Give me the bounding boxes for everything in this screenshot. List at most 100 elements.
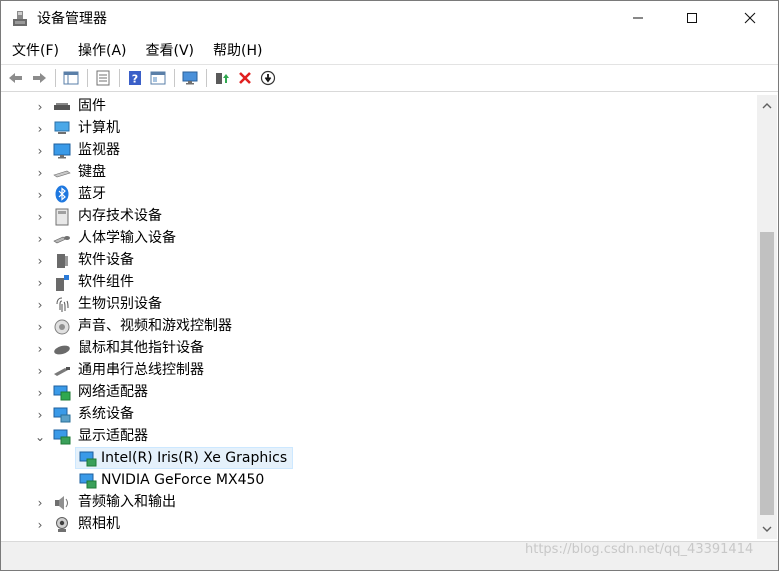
back-icon: [9, 73, 22, 83]
title-bar: 设备管理器: [1, 1, 778, 37]
menu-bar: 文件(F) 操作(A) 查看(V) 帮助(H): [1, 38, 778, 64]
tree-item-hid[interactable]: 人体学输入设备: [78, 228, 176, 248]
expand-arrow-icon[interactable]: ›: [34, 298, 46, 312]
window-title: 设备管理器: [37, 11, 107, 27]
tree-item-computer[interactable]: 计算机: [78, 118, 120, 138]
tree-item-camera[interactable]: 照相机: [78, 514, 120, 534]
back-button[interactable]: [5, 67, 27, 89]
chevron-up-icon: [762, 102, 772, 108]
toolbar-separator: [119, 69, 120, 87]
expand-arrow-icon[interactable]: ›: [34, 386, 46, 400]
tree-item-usb[interactable]: 通用串行总线控制器: [78, 360, 204, 380]
maximize-button[interactable]: [669, 1, 715, 35]
memory-icon: [55, 208, 69, 226]
tree-item-memory-technology[interactable]: 内存技术设备: [78, 206, 162, 226]
display-adapter-icon: [79, 473, 97, 489]
minimize-button[interactable]: [615, 1, 661, 35]
vertical-scrollbar[interactable]: [757, 95, 777, 539]
device-tree[interactable]: › 固件 › 计算机 › 监视器 › 键盘 › 蓝牙 › 内存技术设备 › 人体…: [3, 95, 757, 539]
forward-icon: [33, 73, 46, 83]
menu-help[interactable]: 帮助(H): [206, 40, 269, 62]
expand-arrow-icon[interactable]: ›: [34, 166, 46, 180]
toolbar-separator: [206, 69, 207, 87]
expand-arrow-icon[interactable]: ›: [34, 276, 46, 290]
tree-item-monitor[interactable]: 监视器: [78, 140, 120, 160]
system-device-icon: [53, 407, 71, 423]
tree-item-software-devices[interactable]: 软件设备: [78, 250, 134, 270]
keyboard-icon: [53, 170, 71, 178]
tree-item-software-components[interactable]: 软件组件: [78, 272, 134, 292]
update-driver-icon: [216, 73, 229, 84]
toolbar: ?: [1, 64, 778, 92]
expand-arrow-icon[interactable]: ›: [34, 100, 46, 114]
scrollbar-thumb[interactable]: [760, 232, 774, 515]
toolbar-separator: [55, 69, 56, 87]
tree-item-bluetooth[interactable]: 蓝牙: [78, 184, 106, 204]
expand-arrow-icon[interactable]: ›: [34, 342, 46, 356]
uninstall-button[interactable]: [234, 67, 256, 89]
device-manager-app-icon: [13, 11, 27, 26]
help-icon: ?: [129, 71, 141, 86]
display-adapter-icon: [53, 429, 71, 445]
uninstall-icon: [239, 72, 251, 84]
tree-item-intel-iris-xe[interactable]: Intel(R) Iris(R) Xe Graphics: [101, 448, 287, 468]
tree-item-system-devices[interactable]: 系统设备: [78, 404, 134, 424]
network-icon: [53, 385, 71, 401]
minimize-icon: [633, 17, 643, 19]
tree-item-sound-video-game[interactable]: 声音、视频和游戏控制器: [78, 316, 232, 336]
expand-arrow-icon[interactable]: ›: [34, 254, 46, 268]
scan-hardware-button[interactable]: [179, 67, 201, 89]
monitor-icon: [53, 143, 71, 159]
tree-item-firmware[interactable]: 固件: [78, 96, 106, 116]
collapse-arrow-icon[interactable]: ⌄: [34, 430, 46, 444]
tree-item-nvidia-mx450[interactable]: NVIDIA GeForce MX450: [101, 470, 264, 490]
update-driver-button[interactable]: [211, 67, 233, 89]
maximize-icon: [687, 13, 697, 23]
svg-text:?: ?: [132, 73, 138, 86]
mouse-icon: [54, 345, 70, 355]
tree-item-network[interactable]: 网络适配器: [78, 382, 148, 402]
expand-arrow-icon[interactable]: ›: [34, 188, 46, 202]
expand-arrow-icon[interactable]: ›: [34, 408, 46, 422]
bluetooth-icon: [55, 185, 69, 203]
sound-icon: [54, 319, 70, 335]
expand-arrow-icon[interactable]: ›: [34, 232, 46, 246]
expand-arrow-icon[interactable]: ›: [34, 496, 46, 510]
biometric-icon: [56, 297, 69, 312]
menu-file[interactable]: 文件(F): [5, 40, 66, 62]
monitor-scan-icon: [182, 71, 198, 85]
tree-item-biometric[interactable]: 生物识别设备: [78, 294, 162, 314]
properties-icon: [96, 70, 110, 86]
tree-item-mouse[interactable]: 鼠标和其他指针设备: [78, 338, 204, 358]
help-button[interactable]: ?: [124, 67, 146, 89]
display-adapter-icon: [79, 451, 97, 467]
audio-io-icon: [55, 496, 68, 510]
chevron-down-icon: [762, 526, 772, 532]
console-tree-button[interactable]: [60, 67, 82, 89]
close-button[interactable]: [727, 1, 773, 35]
scroll-up-button[interactable]: [757, 97, 777, 114]
tree-item-display-adapters[interactable]: 显示适配器: [78, 426, 148, 446]
expand-arrow-icon[interactable]: ›: [34, 364, 46, 378]
tree-item-audio-io[interactable]: 音频输入和输出: [78, 492, 176, 512]
usb-icon: [54, 367, 70, 376]
disable-button[interactable]: [257, 67, 279, 89]
expand-arrow-icon[interactable]: ›: [34, 320, 46, 334]
camera-icon: [56, 517, 68, 532]
software-device-icon: [57, 254, 68, 268]
tree-item-keyboard[interactable]: 键盘: [78, 162, 106, 182]
software-component-icon: [56, 275, 69, 291]
menu-action[interactable]: 操作(A): [71, 40, 134, 62]
expand-arrow-icon[interactable]: ›: [34, 144, 46, 158]
view-button[interactable]: [147, 67, 169, 89]
forward-button[interactable]: [28, 67, 50, 89]
computer-icon: [54, 121, 70, 134]
expand-arrow-icon[interactable]: ›: [34, 122, 46, 136]
expand-arrow-icon[interactable]: ›: [34, 518, 46, 532]
expand-arrow-icon[interactable]: ›: [34, 210, 46, 224]
menu-view[interactable]: 查看(V): [139, 40, 202, 62]
scroll-down-button[interactable]: [757, 520, 777, 537]
firmware-icon: [54, 103, 70, 110]
disable-icon: [260, 70, 276, 86]
properties-button[interactable]: [92, 67, 114, 89]
